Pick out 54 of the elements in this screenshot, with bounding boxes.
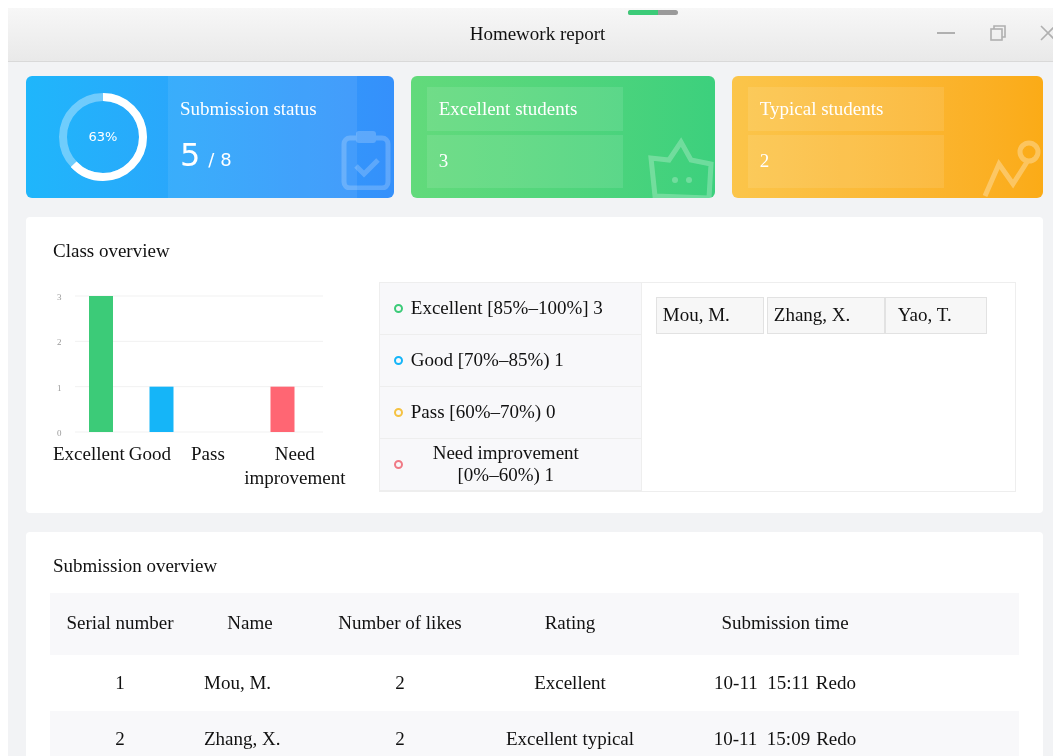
card-title: Excellent students: [426, 86, 623, 131]
card-value: 2: [747, 135, 944, 188]
legend-label: Good [70%–85%) 1: [410, 349, 564, 371]
redo-link[interactable]: Redo: [816, 728, 857, 749]
table-cell-text: 2: [394, 728, 406, 749]
column-header: Submission time: [720, 611, 850, 636]
restore-icon: [989, 24, 1007, 42]
total-count: / 8: [208, 148, 232, 173]
section-title: Class overview: [53, 239, 171, 263]
restore-button[interactable]: [987, 22, 1009, 44]
x-axis-label: Need improvement: [243, 441, 347, 490]
column-header: Number of likes: [337, 611, 463, 636]
percent-label: 63%: [87, 128, 119, 147]
legend-item[interactable]: Need improvement [0%–60%) 1: [379, 438, 642, 491]
table-cell: 10-11 15:09: [713, 728, 811, 749]
redo-link[interactable]: Redo: [815, 672, 856, 693]
legend-label: Pass [60%–70%) 0: [410, 401, 556, 423]
table-cell: 10-11 15:11: [714, 672, 810, 693]
legend-label: Excellent [85%–100%] 3: [410, 297, 603, 319]
table-cell-text: 1: [114, 672, 126, 693]
submitted-count: 5: [180, 135, 201, 177]
table-cell-text: Mou, M.: [203, 672, 273, 693]
y-tick-label: 1: [57, 382, 62, 393]
table-cell-text: Excellent typical: [504, 728, 636, 749]
y-tick-label: 3: [57, 291, 62, 302]
card-title: Submission status: [180, 96, 317, 121]
y-tick-label: 0: [57, 427, 62, 438]
column-header: Name: [226, 611, 274, 636]
x-axis-label: Excellent: [53, 441, 125, 466]
section-title: Submission overview: [53, 554, 219, 578]
card-title: Typical students: [747, 86, 944, 131]
table-cell-text: 2: [114, 728, 126, 749]
legend-label: Need improvement [0%–60%) 1: [431, 442, 580, 486]
legend-item[interactable]: Excellent [85%–100%] 3: [379, 282, 642, 335]
student-chip: Mou, M.: [655, 296, 764, 334]
table-cell-text: 2: [394, 672, 406, 693]
legend-item[interactable]: Good [70%–85%) 1: [379, 334, 642, 387]
table-cell-text: Excellent: [533, 672, 607, 693]
student-chip: Zhang, X.: [766, 296, 885, 334]
legend-item[interactable]: Pass [60%–70%) 0: [379, 386, 642, 439]
column-header: Rating: [543, 611, 597, 636]
table-cell-text: Zhang, X.: [203, 728, 282, 749]
x-axis-label: Good: [128, 441, 171, 466]
window-title: Homework report: [469, 22, 606, 47]
column-header: Serial number: [65, 611, 175, 636]
close-icon: [1039, 24, 1053, 42]
student-chip: Yao, T.: [884, 296, 987, 334]
card-value: 3: [426, 135, 623, 188]
x-axis-label: Pass: [191, 441, 225, 466]
chart-bar: [149, 386, 174, 432]
chart-bar: [270, 386, 295, 432]
minimize-icon: [937, 32, 955, 34]
y-tick-label: 2: [57, 336, 62, 347]
loading-indicator: [628, 10, 678, 15]
